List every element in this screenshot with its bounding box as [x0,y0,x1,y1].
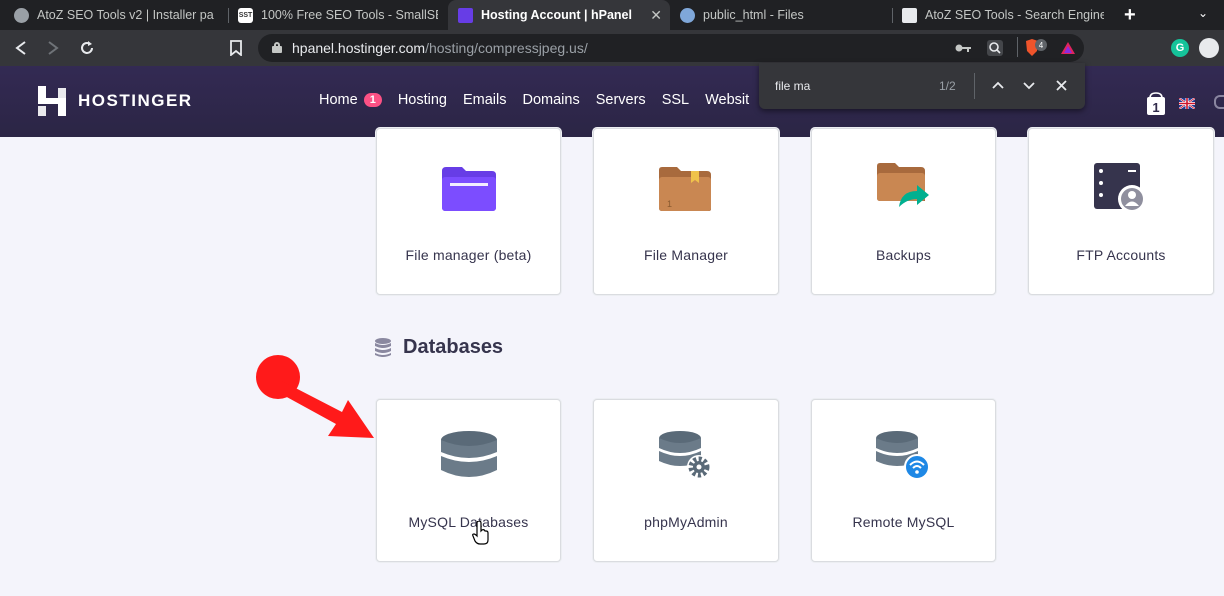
nav-servers[interactable]: Servers [596,92,646,108]
browser-tab[interactable]: SST 100% Free SEO Tools - SmallSEOTo [228,0,448,30]
zoom-lens-icon[interactable] [986,39,1004,57]
svg-text:1: 1 [1152,100,1159,115]
ftp-accounts-card[interactable]: FTP Accounts [1028,128,1214,295]
backups-card[interactable]: Backups [811,128,996,295]
divider [1017,37,1018,57]
ftp-server-icon [1094,163,1146,213]
hostinger-logo-icon [38,86,66,116]
find-in-page-bar: file ma 1/2 [759,63,1085,109]
card-label: Remote MySQL [852,514,955,530]
brand-name: HOSTINGER [78,91,193,110]
brown-folder-icon: 1 [659,167,711,211]
find-query-input[interactable]: file ma [775,79,810,93]
grammarly-icon[interactable]: G [1171,39,1189,57]
browser-tab[interactable]: AtoZ SEO Tools v2 | Installer panel [4,0,224,30]
tab-title: public_html - Files [703,8,804,22]
cart-icon[interactable]: 1 [1146,92,1166,116]
hostinger-logo[interactable]: HOSTINGER [38,86,193,116]
card-label: Backups [875,247,932,263]
key-icon[interactable] [955,43,971,53]
tab-title: 100% Free SEO Tools - SmallSEOTo [261,8,438,22]
card-label: File manager (beta) [405,247,532,263]
tab-title: AtoZ SEO Tools v2 | Installer panel [37,8,214,22]
databases-section-title: Databases [403,336,504,358]
home-badge: 1 [363,93,382,107]
nav-ssl[interactable]: SSL [662,92,689,108]
file-manager-beta-card[interactable]: File manager (beta) [376,128,561,295]
profile-avatar-icon[interactable] [1199,38,1219,58]
globe-icon [14,7,29,23]
mysql-databases-card[interactable]: MySQL Databases [376,399,561,562]
hand-cursor-icon [472,521,489,545]
hostinger-icon [458,7,473,23]
url-text[interactable]: hpanel.hostinger.com/hosting/compressjpe… [292,40,588,56]
browser-tab-active[interactable]: Hosting Account | hPanel ✕ [448,0,670,30]
brave-shield-icon[interactable]: 4 [1024,38,1048,58]
nav-websites[interactable]: Websit [705,92,749,108]
nav-emails[interactable]: Emails [463,92,507,108]
card-label: File Manager [643,247,729,263]
lock-icon [272,42,282,53]
card-label: phpMyAdmin [644,514,728,530]
new-tab-button[interactable]: + [1124,4,1136,27]
phpmyadmin-card[interactable]: phpMyAdmin [593,399,779,562]
remote-mysql-card[interactable]: Remote MySQL [811,399,996,562]
uk-flag-icon[interactable] [1179,98,1195,109]
red-annotation-arrow [256,355,374,438]
browser-tab[interactable]: AtoZ SEO Tools - Search Engine Op [892,0,1114,30]
database-wifi-icon [876,431,930,480]
main-nav: Home 1 Hosting Emails Domains Servers SSL… [319,92,765,108]
nav-domains[interactable]: Domains [523,92,580,108]
browser-tab[interactable]: public_html - Files [670,0,892,30]
atoz-icon [902,7,917,23]
browser-tab-bar: AtoZ SEO Tools v2 | Installer panel SST … [0,0,1224,30]
notification-bell-icon[interactable] [1214,95,1224,109]
file-manager-card[interactable]: 1 File Manager [593,128,779,295]
nav-home[interactable]: Home 1 [319,92,382,108]
brave-rewards-icon[interactable] [1060,41,1076,55]
find-close-icon[interactable] [1056,80,1067,91]
find-next-icon[interactable] [1023,82,1035,90]
database-icon [441,431,497,477]
forward-icon[interactable] [46,40,60,56]
find-match-count: 1/2 [939,79,956,93]
card-label: MySQL Databases [408,514,529,530]
cpanel-icon [680,7,695,23]
database-gear-icon [659,431,711,479]
backup-folder-icon [877,163,929,207]
close-tab-icon[interactable]: ✕ [650,7,662,24]
card-label: FTP Accounts [1076,247,1166,263]
tab-title: Hosting Account | hPanel [481,8,632,22]
svg-text:1: 1 [667,199,672,209]
find-previous-icon[interactable] [992,81,1004,89]
sst-favicon-icon: SST [238,7,253,23]
nav-hosting[interactable]: Hosting [398,92,447,108]
svg-text:4: 4 [1039,41,1044,50]
address-bar[interactable]: hpanel.hostinger.com/hosting/compressjpe… [258,34,1084,62]
tab-search-icon[interactable]: ⌄ [1198,6,1208,20]
tab-title: AtoZ SEO Tools - Search Engine Op [925,8,1104,22]
reload-icon[interactable] [78,39,96,57]
back-icon[interactable] [14,40,28,56]
purple-folder-icon [442,167,496,211]
browser-toolbar: hpanel.hostinger.com/hosting/compressjpe… [0,30,1224,66]
bookmark-icon[interactable] [230,40,242,56]
divider [974,73,975,99]
